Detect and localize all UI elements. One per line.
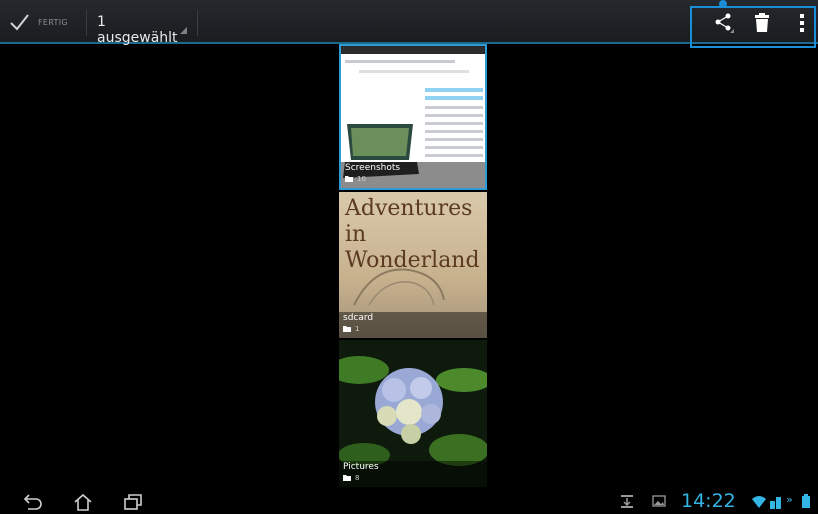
share-button[interactable] (710, 10, 738, 36)
trash-icon (755, 13, 769, 32)
folder-icon (345, 176, 353, 182)
album-count: 10 (357, 175, 366, 183)
dropdown-corner-icon (180, 27, 187, 34)
album-count: 8 (355, 474, 360, 482)
thumbnail-text-line (425, 146, 483, 149)
signal-icon (770, 497, 781, 509)
share-icon (715, 13, 734, 33)
thumbnail-text-line (425, 154, 483, 157)
thumbnail-text-line (425, 114, 483, 117)
selection-count-dropdown[interactable]: 1 ausgewählt (94, 8, 189, 46)
back-icon (23, 494, 42, 510)
thumbnail-highlight (425, 96, 483, 100)
album-name: Screenshots (345, 163, 401, 173)
album-caption: Pictures 8 (339, 461, 487, 487)
cover-illustration (353, 268, 445, 306)
album-tile-screenshots[interactable]: Screenshots 10 (339, 44, 487, 190)
chevron-right-icon: » (786, 493, 793, 506)
recent-apps-icon (124, 494, 142, 510)
album-name: Pictures (343, 462, 379, 472)
home-icon (74, 493, 92, 511)
thumbnail-text-line (359, 70, 469, 73)
album-count: 1 (355, 325, 360, 333)
thumbnail-highlight (425, 88, 483, 92)
thumbnail-text-line (425, 106, 483, 109)
overflow-menu-button[interactable] (788, 10, 816, 36)
folder-icon (343, 326, 351, 332)
album-name: sdcard (343, 313, 374, 323)
thumbnail-text-line (425, 138, 483, 141)
folder-icon (343, 475, 351, 481)
clock: 14:22 (681, 490, 736, 512)
wifi-icon (752, 496, 766, 508)
check-icon (10, 14, 29, 31)
album-caption: sdcard 1 (339, 312, 487, 338)
thumbnail-text-line (425, 130, 483, 133)
selection-count-label: 1 ausgewählt (97, 14, 178, 46)
divider (197, 10, 198, 36)
album-tile-pictures[interactable]: Pictures 8 (339, 340, 487, 487)
back-button[interactable] (20, 491, 46, 513)
download-icon (621, 495, 633, 508)
system-bar: 14:22 » (0, 488, 818, 514)
thumbnail-text-line (345, 60, 455, 63)
done-label: FERTIG (38, 17, 68, 27)
delete-button[interactable] (748, 10, 776, 36)
callout-marker (719, 0, 727, 8)
done-button[interactable]: FERTIG (8, 8, 84, 36)
album-tile-sdcard[interactable]: Adventures in Wonderland sdcard 1 (339, 192, 487, 338)
image-icon (652, 495, 666, 507)
thumbnail-toolbar (341, 46, 485, 54)
battery-icon (802, 494, 810, 508)
home-button[interactable] (70, 491, 96, 513)
thumbnail-text-line (425, 122, 483, 125)
recent-apps-button[interactable] (120, 491, 146, 513)
album-caption: Screenshots 10 (341, 162, 485, 188)
divider (86, 10, 87, 36)
overflow-menu-icon (800, 14, 804, 32)
